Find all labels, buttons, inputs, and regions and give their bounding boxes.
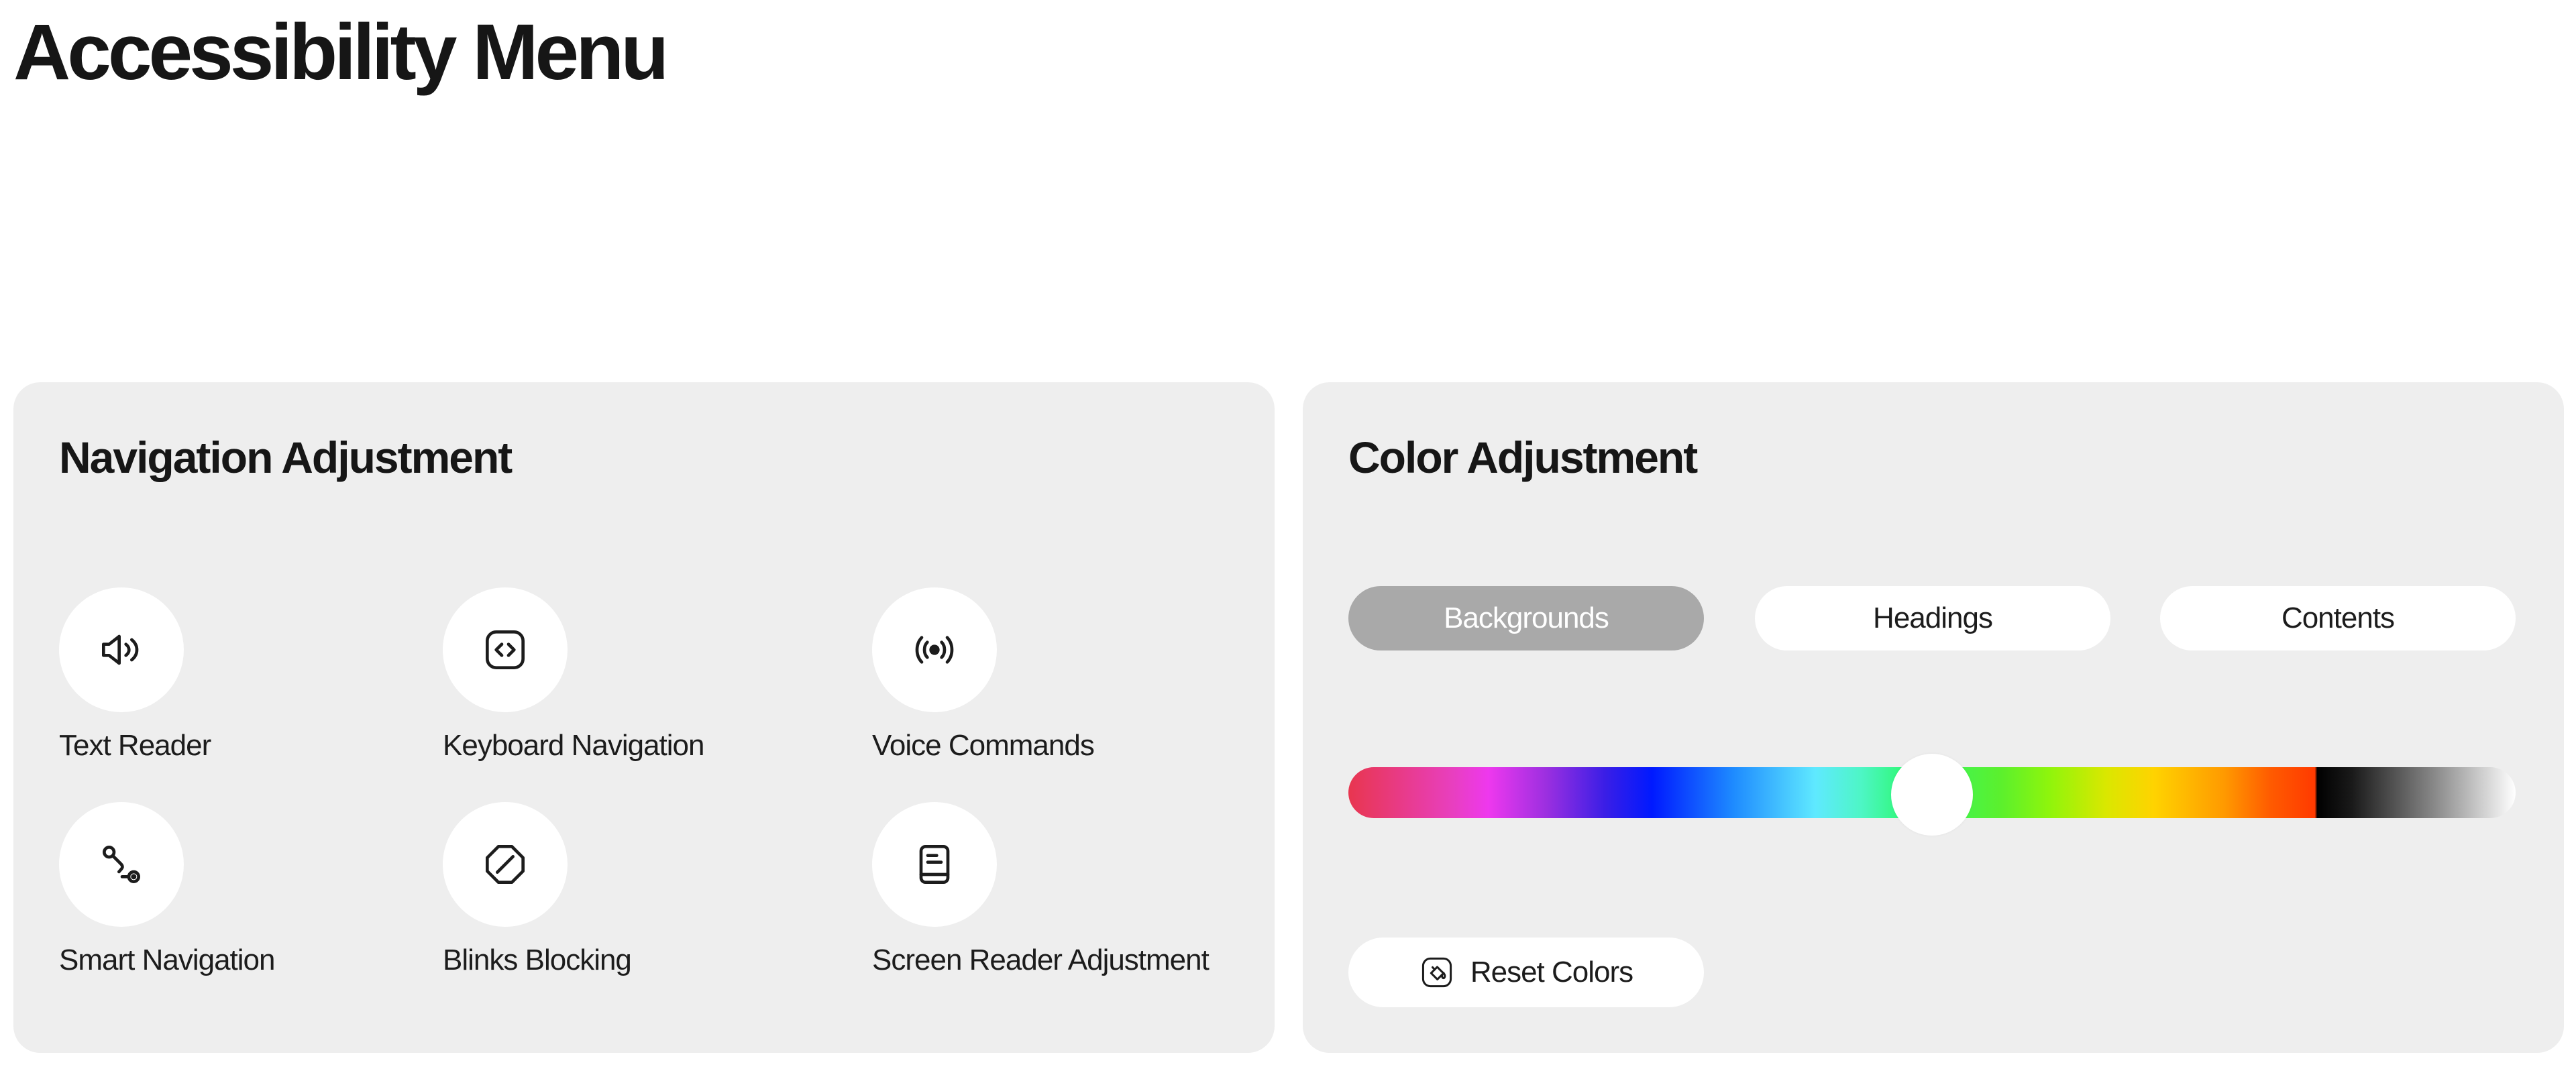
voice-commands-option[interactable]: Voice Commands — [872, 587, 1275, 789]
slider-thumb[interactable] — [1891, 754, 1973, 836]
tab-backgrounds[interactable]: Backgrounds — [1348, 586, 1704, 650]
smart-navigation-label: Smart Navigation — [59, 944, 275, 976]
color-panel-title: Color Adjustment — [1348, 433, 1698, 482]
screen-reader-adjustment-option[interactable]: Screen Reader Adjustment — [872, 802, 1275, 1003]
text-reader-option[interactable]: Text Reader — [59, 587, 462, 789]
blinks-blocking-label: Blinks Blocking — [443, 944, 632, 976]
blinks-blocking-option[interactable]: Blinks Blocking — [443, 802, 845, 1003]
block-icon — [443, 802, 568, 927]
speaker-icon — [59, 587, 184, 712]
navigation-panel-title: Navigation Adjustment — [59, 433, 513, 482]
route-icon — [59, 802, 184, 927]
document-icon — [872, 802, 997, 927]
navigation-adjustment-panel: Navigation Adjustment Text Reader Keyboa… — [13, 382, 1275, 1053]
voice-commands-label: Voice Commands — [872, 729, 1095, 762]
text-reader-label: Text Reader — [59, 729, 211, 762]
reset-colors-label: Reset Colors — [1470, 956, 1633, 988]
tab-contents[interactable]: Contents — [2160, 586, 2516, 650]
keyboard-navigation-label: Keyboard Navigation — [443, 729, 704, 762]
tab-headings[interactable]: Headings — [1755, 586, 2110, 650]
page-title: Accessibility Menu — [13, 8, 669, 97]
keyboard-navigation-option[interactable]: Keyboard Navigation — [443, 587, 845, 789]
color-adjustment-panel: Color Adjustment Backgrounds Headings Co… — [1303, 382, 2564, 1053]
broadcast-icon — [872, 587, 997, 712]
reset-colors-button[interactable]: Reset Colors — [1348, 938, 1704, 1007]
code-brackets-icon — [443, 587, 568, 712]
paint-bucket-icon — [1421, 957, 1452, 988]
smart-navigation-option[interactable]: Smart Navigation — [59, 802, 462, 1003]
screen-reader-adjustment-label: Screen Reader Adjustment — [872, 944, 1210, 976]
